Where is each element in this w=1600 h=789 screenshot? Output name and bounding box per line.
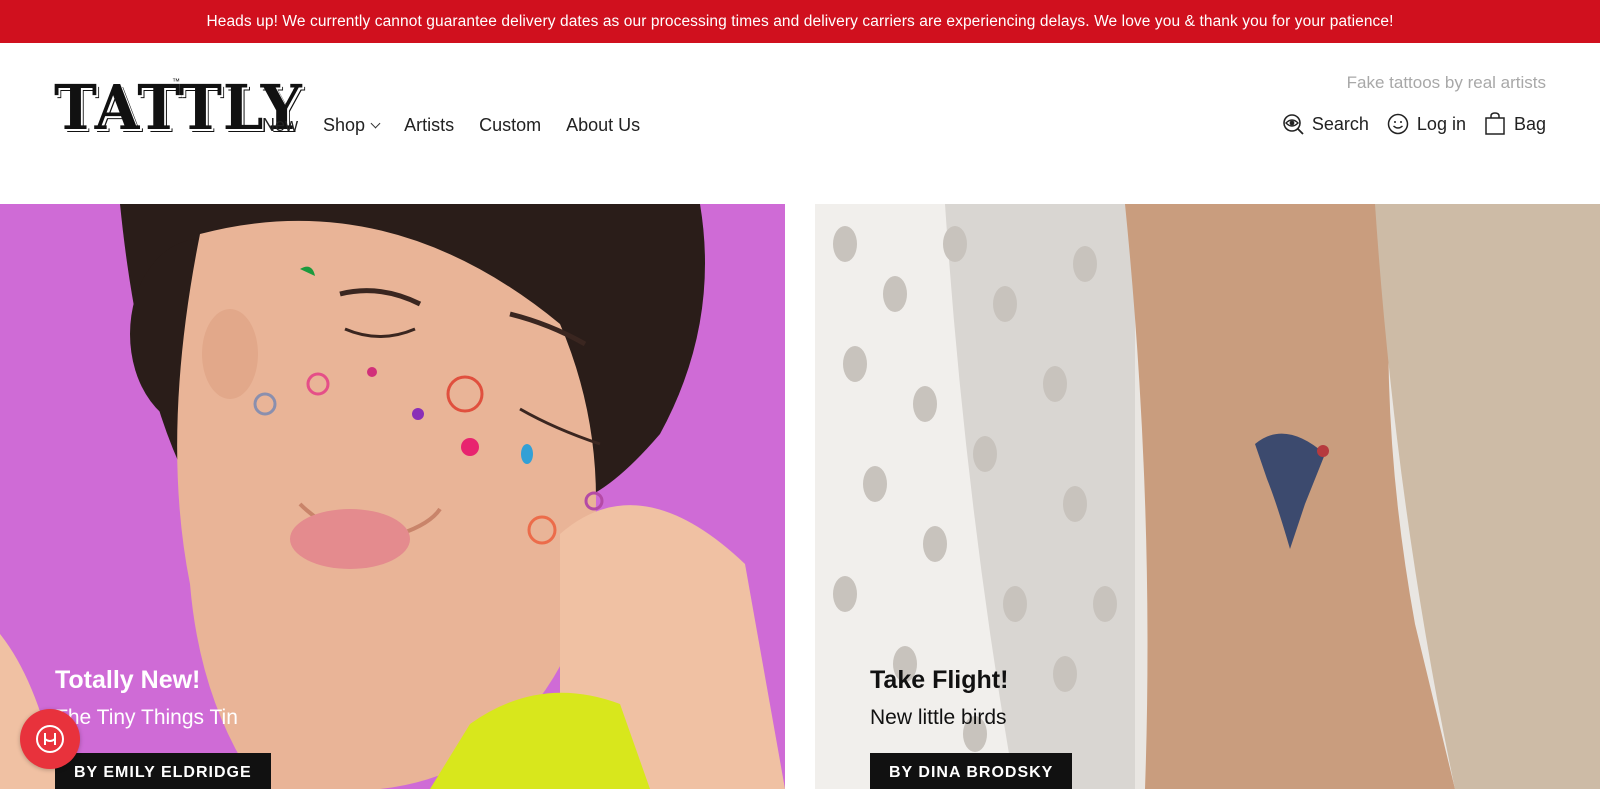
smiley-icon xyxy=(1387,113,1409,135)
hero-tiny-things[interactable]: Totally New! The Tiny Things Tin BY EMIL… xyxy=(0,204,785,789)
main-nav: New Shop Artists Custom About Us xyxy=(262,115,665,136)
trademark-mark: ™ xyxy=(172,77,180,86)
search-label: Search xyxy=(1311,113,1369,134)
nav-about-us[interactable]: About Us xyxy=(566,115,640,136)
hero-take-flight[interactable]: Take Flight! New little birds BY DINA BR… xyxy=(815,204,1600,789)
search-link[interactable]: Search xyxy=(1282,113,1369,135)
hero-title: Totally New! xyxy=(55,666,201,694)
artist-button[interactable]: BY EMILY ELDRIDGE xyxy=(55,753,271,789)
site-header: TATTLY ™ New Shop Artists Custom About U… xyxy=(0,43,1600,204)
nav-artists-label: Artists xyxy=(404,115,455,135)
login-label: Log in xyxy=(1416,113,1466,134)
shopping-bag-icon xyxy=(1485,112,1505,135)
nav-new-label: New xyxy=(262,115,299,135)
bag-link[interactable]: Bag xyxy=(1484,112,1546,136)
hero-photo-face xyxy=(0,204,785,789)
login-link[interactable]: Log in xyxy=(1387,113,1466,135)
nav-about-us-label: About Us xyxy=(566,115,641,135)
nav-custom-label: Custom xyxy=(479,115,542,135)
artist-button[interactable]: BY DINA BRODSKY xyxy=(870,753,1073,789)
nav-custom[interactable]: Custom xyxy=(479,115,541,136)
hero-subtitle: The Tiny Things Tin xyxy=(55,706,238,729)
chevron-down-icon xyxy=(370,118,381,129)
nav-new[interactable]: New xyxy=(262,115,298,136)
hero-title: Take Flight! xyxy=(870,666,1009,694)
hero-subtitle: New little birds xyxy=(870,706,1007,729)
chat-button[interactable] xyxy=(20,709,80,769)
utility-nav: Search Log in Bag xyxy=(1264,112,1546,136)
hero-photo-arm-bird xyxy=(815,204,1600,789)
eye-search-icon xyxy=(1283,114,1304,135)
chat-icon xyxy=(36,725,64,753)
bag-label: Bag xyxy=(1513,113,1546,134)
announcement-text: Heads up! We currently cannot guarantee … xyxy=(206,12,1394,30)
tagline: Fake tattoos by real artists xyxy=(1346,73,1546,92)
nav-artists[interactable]: Artists xyxy=(404,115,454,136)
nav-shop[interactable]: Shop xyxy=(323,115,381,136)
nav-shop-label: Shop xyxy=(323,115,366,135)
announcement-bar: Heads up! We currently cannot guarantee … xyxy=(0,0,1600,43)
